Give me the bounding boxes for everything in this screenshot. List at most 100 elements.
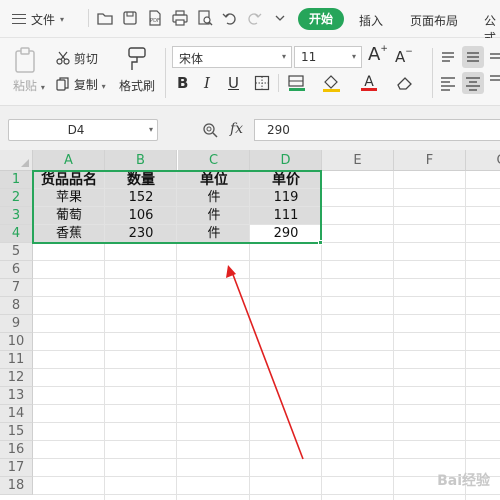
column-header-f[interactable]: F <box>394 150 466 171</box>
align-middle-icon <box>467 52 479 62</box>
cut-label: 剪切 <box>73 52 98 66</box>
row-header-8[interactable]: 8 <box>0 297 33 315</box>
column-gridline <box>393 171 394 500</box>
row-header-12[interactable]: 12 <box>0 369 33 387</box>
row-header-4[interactable]: 4 <box>0 225 33 243</box>
row-header-15[interactable]: 15 <box>0 423 33 441</box>
name-box[interactable]: D4 ▾ <box>8 119 158 141</box>
column-header-e[interactable]: E <box>322 150 394 171</box>
underline-button[interactable]: U <box>228 74 239 92</box>
minus-icon: − <box>405 47 413 57</box>
grow-font-label: A <box>368 44 381 65</box>
fill-handle[interactable] <box>318 240 323 245</box>
format-painter-button[interactable]: 格式刷 <box>119 77 155 94</box>
watermark-logo: Bai经验 <box>437 473 490 489</box>
tab-page-layout[interactable]: 页面布局 <box>410 12 458 29</box>
eraser-icon[interactable] <box>395 74 415 92</box>
toolbar-divider <box>88 9 89 27</box>
font-name-value: 宋体 <box>179 52 204 66</box>
undo-icon[interactable] <box>221 9 239 27</box>
print-preview-icon[interactable] <box>196 9 214 27</box>
save-icon[interactable] <box>121 9 139 27</box>
font-size-value: 11 <box>301 50 317 64</box>
tab-home[interactable]: 开始 <box>298 8 344 30</box>
align-left-icon <box>441 77 455 91</box>
ribbon-divider <box>432 48 433 98</box>
copy-button[interactable]: 复制 ▾ <box>56 76 106 93</box>
italic-button[interactable]: I <box>204 74 210 92</box>
paste-icon[interactable] <box>13 46 39 74</box>
redo-icon[interactable] <box>245 9 263 27</box>
column-gridline <box>465 171 466 500</box>
ribbon-overflow[interactable] <box>488 46 500 94</box>
grow-font-button[interactable]: A+ <box>368 44 388 65</box>
open-folder-icon[interactable] <box>96 9 114 27</box>
export-pdf-icon[interactable]: PDF <box>146 9 164 27</box>
align-top-button[interactable] <box>437 46 459 68</box>
row-header-13[interactable]: 13 <box>0 387 33 405</box>
print-icon[interactable] <box>171 9 189 27</box>
font-size-select[interactable]: 11 ▾ <box>294 46 362 68</box>
copy-label: 复制 <box>73 78 98 92</box>
select-all-corner[interactable] <box>0 150 33 171</box>
ribbon-divider <box>278 74 279 92</box>
row-header-1[interactable]: 1 <box>0 171 33 189</box>
row-header-14[interactable]: 14 <box>0 405 33 423</box>
plus-icon: + <box>380 44 388 54</box>
format-painter-icon[interactable] <box>126 46 148 72</box>
font-color-icon[interactable]: A <box>360 73 378 92</box>
scissors-icon <box>56 51 70 65</box>
svg-text:PDF: PDF <box>150 18 160 24</box>
align-top-icon <box>442 52 454 62</box>
cell-style-icon[interactable] <box>288 74 308 92</box>
svg-text:A: A <box>364 74 374 90</box>
row-header-5[interactable]: 5 <box>0 243 33 261</box>
row-header-10[interactable]: 10 <box>0 333 33 351</box>
align-right-icon <box>490 53 500 81</box>
align-center-button[interactable] <box>462 72 484 94</box>
row-header-11[interactable]: 11 <box>0 351 33 369</box>
chevron-down-icon: ▾ <box>351 52 356 61</box>
spreadsheet-grid[interactable]: ABCDEFG123456789101112131415161718货品品名数量… <box>0 150 500 500</box>
column-header-c[interactable]: C <box>178 150 250 171</box>
row-header-9[interactable]: 9 <box>0 315 33 333</box>
bold-button[interactable]: B <box>177 74 188 92</box>
row-header-6[interactable]: 6 <box>0 261 33 279</box>
cut-button[interactable]: 剪切 <box>56 50 98 67</box>
fill-color-icon[interactable] <box>322 74 342 92</box>
column-header-a[interactable]: A <box>33 150 105 171</box>
paste-button[interactable]: 粘贴 ▾ <box>13 77 45 94</box>
formula-value: 290 <box>267 123 290 137</box>
row-header-7[interactable]: 7 <box>0 279 33 297</box>
ribbon-divider <box>165 48 166 98</box>
customize-toolbar-icon[interactable] <box>271 9 289 27</box>
column-header-b[interactable]: B <box>105 150 177 171</box>
insert-function-button[interactable]: fx <box>230 121 243 137</box>
border-icon[interactable] <box>254 75 270 91</box>
row-header-18[interactable]: 18 <box>0 477 33 495</box>
shrink-font-label: A <box>395 48 406 66</box>
chevron-down-icon: ▾ <box>101 82 106 91</box>
column-header-d[interactable]: D <box>250 150 322 171</box>
align-middle-button[interactable] <box>462 46 484 68</box>
row-header-3[interactable]: 3 <box>0 207 33 225</box>
paste-label: 粘贴 <box>13 79 38 93</box>
shrink-font-button[interactable]: A− <box>395 47 413 66</box>
row-header-16[interactable]: 16 <box>0 441 33 459</box>
zoom-search-icon[interactable] <box>202 122 220 139</box>
chevron-down-icon: ▾ <box>60 14 65 24</box>
selection-border <box>32 170 322 244</box>
chevron-down-icon: ▾ <box>281 52 286 61</box>
row-header-17[interactable]: 17 <box>0 459 33 477</box>
font-name-select[interactable]: 宋体 ▾ <box>172 46 292 68</box>
chevron-down-icon: ▾ <box>40 83 45 92</box>
align-left-button[interactable] <box>437 72 459 94</box>
row-header-2[interactable]: 2 <box>0 189 33 207</box>
name-box-value: D4 <box>67 123 85 137</box>
column-header-g[interactable]: G <box>466 150 500 171</box>
hamburger-icon <box>12 14 26 24</box>
formula-input[interactable]: 290 <box>254 119 500 141</box>
tab-insert[interactable]: 插入 <box>359 12 383 29</box>
file-menu[interactable]: 文件 ▾ <box>12 10 64 28</box>
file-menu-label: 文件 <box>31 12 56 27</box>
